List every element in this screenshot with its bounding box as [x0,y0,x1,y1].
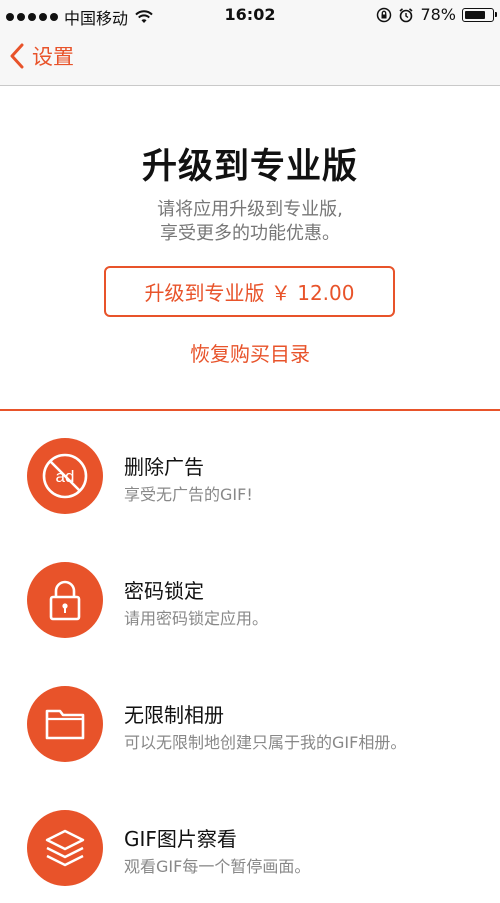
layers-icon [27,810,103,886]
restore-purchases-link[interactable]: 恢复购买目录 [0,338,500,367]
feature-title: 无限制相册 [124,703,224,727]
feature-desc: 请用密码锁定应用。 [124,609,269,628]
battery-percent: 78% [420,5,456,24]
rotation-lock-icon [377,7,392,22]
back-button[interactable]: 设置 [10,38,74,74]
feature-title: GIF图片察看 [124,827,237,851]
no-ads-icon: ad [27,438,103,514]
lock-icon [27,562,103,638]
folder-icon [27,686,103,762]
feature-desc: 观看GIF每一个暂停画面。 [124,857,311,876]
feature-item-no-ads: ad 删除广告 享受无广告的GIF! [0,431,500,531]
hero-subtitle: 请将应用升级到专业版, 享受更多的功能优惠。 [0,198,500,246]
battery-level [465,10,485,19]
nav-bar: 设置 [0,28,500,86]
feature-desc: 可以无限制地创建只属于我的GIF相册。 [124,733,407,752]
battery-icon [462,7,497,22]
upgrade-hero: 升级到专业版 请将应用升级到专业版, 享受更多的功能优惠。 升级到专业版 ￥ 1… [0,86,500,410]
feature-item-gif-viewer: GIF图片察看 观看GIF每一个暂停画面。 [0,803,500,903]
feature-item-unlimited-albums: 无限制相册 可以无限制地创建只属于我的GIF相册。 [0,679,500,779]
hero-subtitle-line1: 请将应用升级到专业版, [157,199,343,220]
status-right: 78% [376,5,497,24]
page-title: 升级到专业版 [141,147,358,187]
feature-title: 密码锁定 [124,579,204,603]
back-label: 设置 [32,45,74,69]
status-bar: 中国移动 16:02 78% [0,0,500,28]
feature-item-passcode: 密码锁定 请用密码锁定应用。 [0,555,500,655]
alarm-icon [399,7,413,22]
section-divider [0,409,500,411]
hero-subtitle-line2: 享受更多的功能优惠。 [160,223,340,244]
feature-title: 删除广告 [124,455,204,479]
chevron-left-icon [10,43,24,69]
feature-desc: 享受无广告的GIF! [124,485,253,504]
upgrade-button[interactable]: 升级到专业版 ￥ 12.00 [104,266,395,317]
